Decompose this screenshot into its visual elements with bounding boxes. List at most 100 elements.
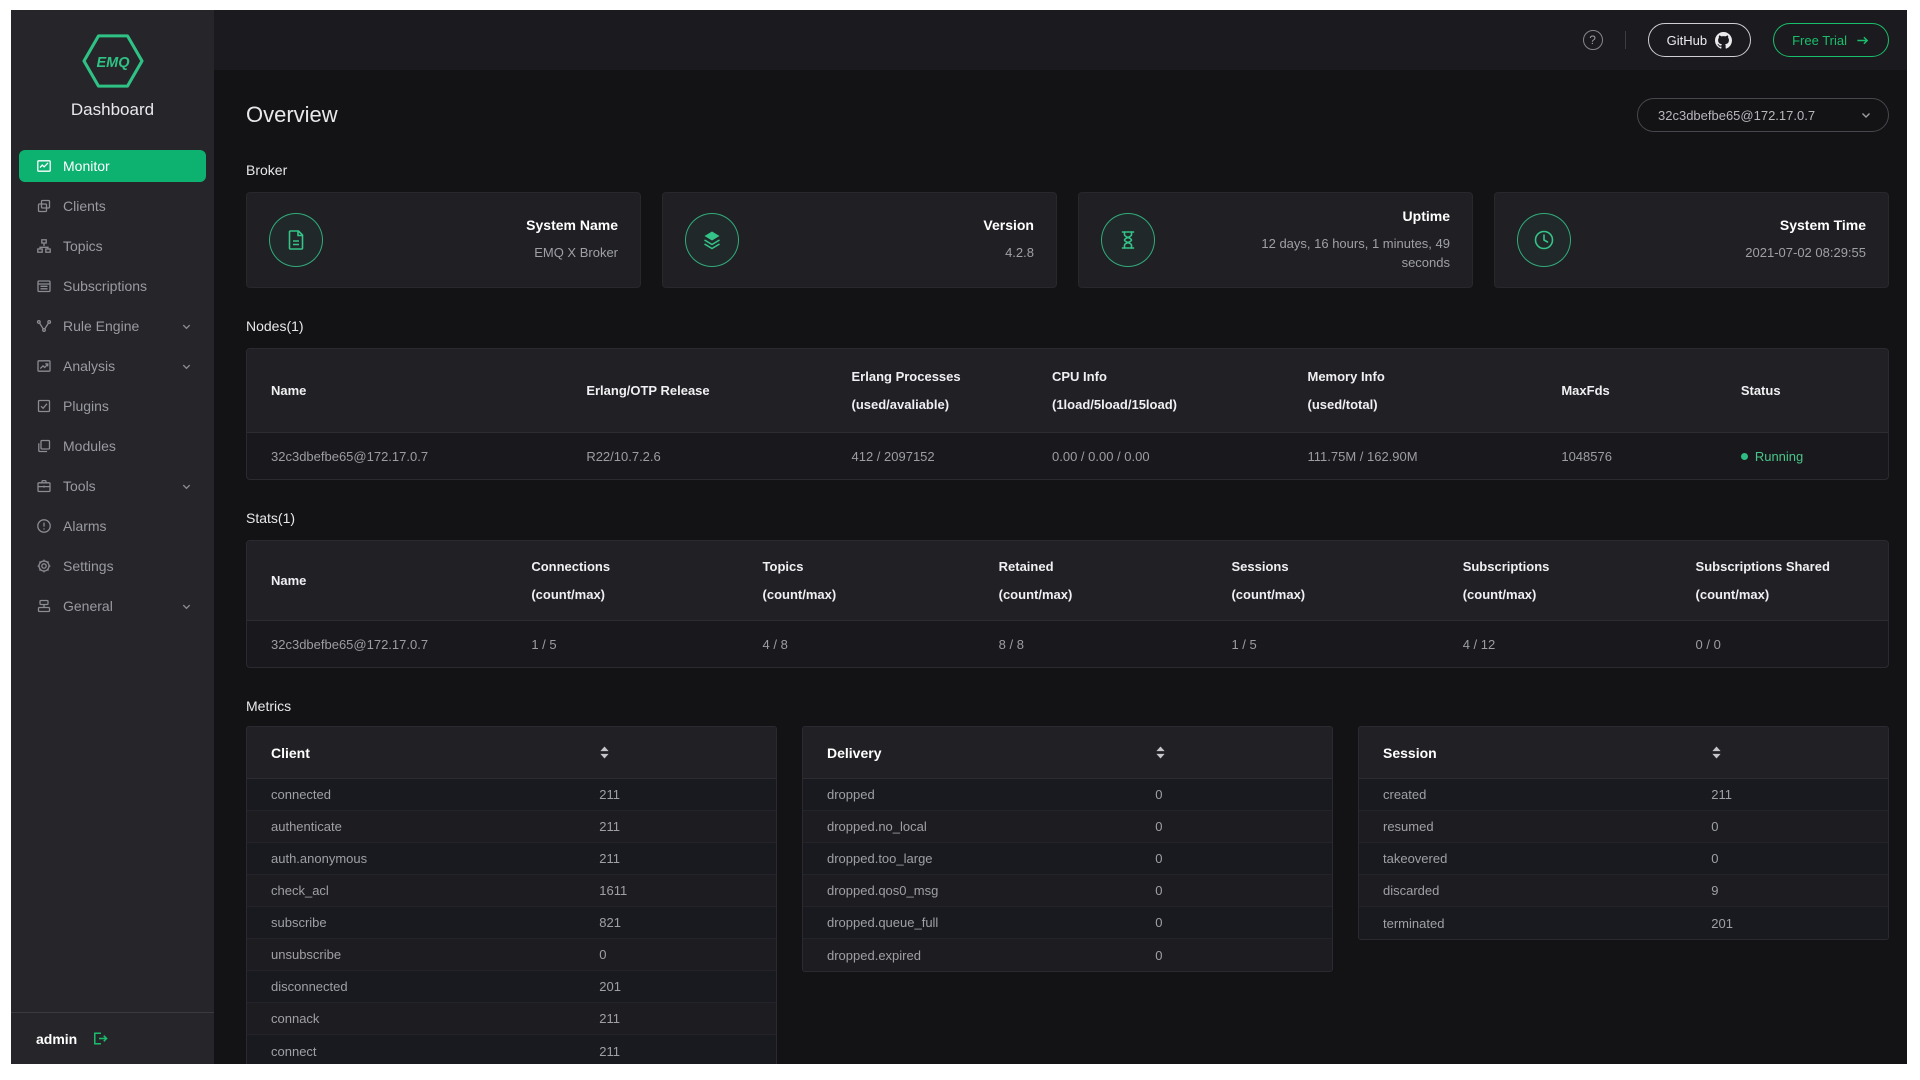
column-header: Retained(count/max) — [999, 559, 1232, 602]
metric-name: resumed — [1383, 819, 1711, 834]
sidebar-item-analysis[interactable]: Analysis — [19, 350, 206, 382]
table-row: terminated201 — [1359, 907, 1888, 939]
status-dot — [1741, 453, 1748, 460]
table-row: unsubscribe0 — [247, 939, 776, 971]
column-header: Erlang Processes(used/avaliable) — [852, 369, 1053, 412]
general-icon — [36, 598, 52, 614]
column-header: MaxFds — [1561, 383, 1740, 398]
sidebar-item-label: Settings — [63, 558, 114, 574]
metric-name: dropped.too_large — [827, 851, 1155, 866]
metric-value: 9 — [1711, 883, 1888, 898]
metrics-table-title: Delivery — [827, 745, 1155, 761]
sidebar-item-label: General — [63, 598, 113, 614]
topbar: ? GitHub Free Trial — [214, 10, 1907, 70]
sort-icon[interactable] — [1711, 746, 1888, 759]
table-row: connack211 — [247, 1003, 776, 1035]
free-trial-button[interactable]: Free Trial — [1773, 23, 1889, 57]
metric-value: 821 — [599, 915, 776, 930]
metric-value: 0 — [1155, 948, 1332, 963]
stats-section-title: Stats(1) — [246, 510, 1889, 526]
metrics-table-delivery: Delivery dropped0 dropped.no_local0 drop… — [802, 726, 1333, 972]
cpu-info-cell: 0.00 / 0.00 / 0.00 — [1052, 449, 1307, 464]
node-name-cell: 32c3dbefbe65@172.17.0.7 — [271, 449, 586, 464]
metrics-table-session: Session created211 resumed0 takeovered0 … — [1358, 726, 1889, 940]
free-trial-label: Free Trial — [1792, 33, 1847, 48]
erlang-processes-cell: 412 / 2097152 — [852, 449, 1053, 464]
sidebar-item-label: Rule Engine — [63, 318, 139, 334]
hourglass-icon — [1101, 213, 1155, 267]
table-row: dropped.qos0_msg0 — [803, 875, 1332, 907]
metric-value: 1611 — [599, 883, 776, 898]
table-row: connect211 — [247, 1035, 776, 1064]
sidebar-item-label: Modules — [63, 438, 116, 454]
alarms-icon — [36, 518, 52, 534]
metrics-table-title: Client — [271, 745, 599, 761]
table-row: dropped.no_local0 — [803, 811, 1332, 843]
sidebar-item-monitor[interactable]: Monitor — [19, 150, 206, 182]
sidebar-item-tools[interactable]: Tools — [19, 470, 206, 502]
github-octocat-icon — [1715, 32, 1732, 49]
sidebar-item-topics[interactable]: Topics — [19, 230, 206, 262]
logout-icon[interactable] — [91, 1030, 108, 1047]
page-content: Overview 32c3dbefbe65@172.17.0.7 Broker … — [214, 70, 1907, 1064]
broker-card-system-time: System Time 2021-07-02 08:29:55 — [1494, 192, 1889, 288]
metric-value: 211 — [1711, 787, 1888, 802]
table-row: 32c3dbefbe65@172.17.0.7 1 / 5 4 / 8 8 / … — [247, 621, 1888, 667]
github-button[interactable]: GitHub — [1648, 23, 1751, 57]
node-name-cell: 32c3dbefbe65@172.17.0.7 — [271, 637, 531, 652]
clients-icon — [36, 198, 52, 214]
metric-value: 201 — [599, 979, 776, 994]
table-row: subscribe821 — [247, 907, 776, 939]
brand-block: EMQ Dashboard — [11, 10, 214, 120]
retained-cell: 8 / 8 — [999, 637, 1232, 652]
metric-value: 0 — [1155, 787, 1332, 802]
sort-icon[interactable] — [599, 746, 776, 759]
emq-logo-icon: EMQ — [82, 32, 144, 90]
metric-name: dropped.queue_full — [827, 915, 1155, 930]
metric-value: 0 — [599, 947, 776, 962]
settings-icon — [36, 558, 52, 574]
chevron-down-icon — [181, 481, 192, 492]
sidebar-item-rule-engine[interactable]: Rule Engine — [19, 310, 206, 342]
metric-value: 211 — [599, 1044, 776, 1059]
sidebar-item-label: Alarms — [63, 518, 107, 534]
metric-name: authenticate — [271, 819, 599, 834]
modules-icon — [36, 438, 52, 454]
broker-card-value: 12 days, 16 hours, 1 minutes, 49 seconds — [1245, 234, 1450, 273]
sidebar-item-label: Analysis — [63, 358, 115, 374]
table-row: 32c3dbefbe65@172.17.0.7 R22/10.7.2.6 412… — [247, 433, 1888, 479]
metrics-table-header: Delivery — [803, 727, 1332, 779]
connections-cell: 1 / 5 — [531, 637, 762, 652]
document-icon — [269, 213, 323, 267]
maxfds-cell: 1048576 — [1561, 449, 1740, 464]
help-icon[interactable]: ? — [1583, 30, 1603, 50]
status-badge: Running — [1755, 449, 1803, 464]
sidebar-item-subscriptions[interactable]: Subscriptions — [19, 270, 206, 302]
sidebar-nav: Monitor Clients Topics Subscriptions — [11, 150, 214, 622]
subscriptions-cell: 4 / 12 — [1463, 637, 1696, 652]
sort-icon[interactable] — [1155, 746, 1332, 759]
metric-name: check_acl — [271, 883, 599, 898]
metric-value: 211 — [599, 819, 776, 834]
metric-value: 0 — [1155, 819, 1332, 834]
sidebar-item-plugins[interactable]: Plugins — [19, 390, 206, 422]
metric-name: auth.anonymous — [271, 851, 599, 866]
metric-name: created — [1383, 787, 1711, 802]
metric-value: 0 — [1711, 851, 1888, 866]
subscriptions-icon — [36, 278, 52, 294]
sidebar-item-clients[interactable]: Clients — [19, 190, 206, 222]
metric-name: takeovered — [1383, 851, 1711, 866]
sidebar-item-modules[interactable]: Modules — [19, 430, 206, 462]
metric-name: disconnected — [271, 979, 599, 994]
column-header: Connections(count/max) — [531, 559, 762, 602]
nodes-section-title: Nodes(1) — [246, 318, 1889, 334]
node-selector-value: 32c3dbefbe65@172.17.0.7 — [1658, 108, 1815, 123]
sidebar-item-alarms[interactable]: Alarms — [19, 510, 206, 542]
sidebar-item-settings[interactable]: Settings — [19, 550, 206, 582]
node-selector-dropdown[interactable]: 32c3dbefbe65@172.17.0.7 — [1637, 98, 1889, 132]
rule-engine-icon — [36, 318, 52, 334]
broker-card-label: System Time — [1745, 217, 1866, 233]
broker-card-system-name: System Name EMQ X Broker — [246, 192, 641, 288]
app-frame: EMQ Dashboard Monitor Clients — [11, 10, 1907, 1064]
sidebar-item-general[interactable]: General — [19, 590, 206, 622]
